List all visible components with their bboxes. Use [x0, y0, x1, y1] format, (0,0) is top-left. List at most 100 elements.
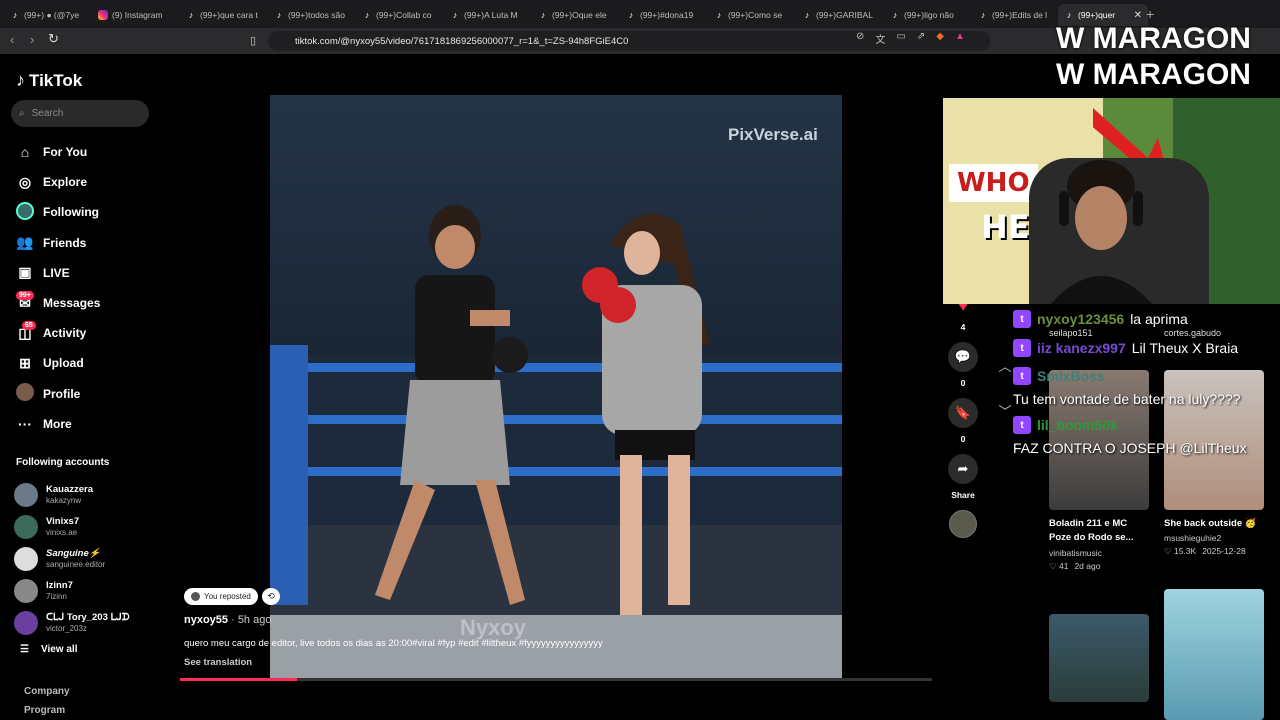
sidebar-item-explore[interactable]: ◎ Explore	[16, 167, 100, 197]
twitch-icon: t	[1013, 367, 1031, 385]
tiktok-favicon-icon: ♪	[452, 10, 458, 20]
avatar	[14, 515, 38, 539]
tiktok-favicon-icon: ♪	[628, 10, 634, 20]
share-page-icon[interactable]: ⇗	[917, 31, 925, 46]
avatar	[14, 547, 38, 571]
chat-message: t lil_boom50k	[1013, 416, 1118, 434]
music-disc-button[interactable]	[946, 510, 980, 538]
sidebar-item-for-you[interactable]: ⌂ For You	[16, 137, 100, 167]
footer-link-program[interactable]: Program	[24, 705, 65, 716]
back-icon[interactable]: ‹	[10, 32, 14, 47]
grid-video-card[interactable]	[1049, 614, 1149, 702]
browser-tab[interactable]: ♪ (99+) ● (@7ye	[4, 4, 90, 26]
see-translation-link[interactable]: See translation	[184, 657, 252, 668]
grid-thumbnail	[1049, 614, 1149, 702]
browser-tab[interactable]: ♪ (99+)Como se	[708, 4, 794, 26]
following-account[interactable]: ᑕᒪᒍ Tory_203 ᒪᒍᗪ victor_203z	[14, 607, 130, 639]
sidebar-item-following[interactable]: Following	[16, 197, 100, 227]
sidebar-item-profile[interactable]: Profile	[16, 379, 100, 409]
forward-icon[interactable]: ›	[30, 32, 34, 47]
twitch-icon: t	[1013, 310, 1031, 328]
like-count: ♡ 15.3K	[1164, 546, 1197, 557]
browser-tab[interactable]: ♪ (99+)que cara t	[180, 4, 266, 26]
view-all-button[interactable]: ☰ View all	[20, 644, 77, 655]
video-author[interactable]: nyxoy55 · 5h ago	[184, 614, 271, 626]
browser-tab[interactable]: ♪ (99+)Edits de l	[972, 4, 1058, 26]
like-count: ♡ 41	[1049, 560, 1069, 571]
rewards-icon[interactable]: ▲	[955, 31, 965, 46]
footer-link-company[interactable]: Company	[24, 686, 70, 697]
close-tab-icon[interactable]: ✕	[1134, 10, 1142, 21]
sidebar-item-live[interactable]: ▣ LIVE	[16, 258, 100, 288]
save-button[interactable]: 🔖 0	[946, 398, 980, 444]
browser-tab[interactable]: ♪ (99+)ligo não	[884, 4, 970, 26]
music-disc-avatar	[949, 510, 977, 538]
list-icon: ☰	[20, 644, 29, 655]
following-accounts-title: Following accounts	[16, 457, 110, 468]
browser-tab[interactable]: ♪ (99+)GARIBAL	[796, 4, 882, 26]
sidebar-item-activity[interactable]: ◫ 65 Activity	[16, 318, 100, 348]
sidebar-item-upload[interactable]: ⊞ Upload	[16, 348, 100, 378]
home-icon: ⌂	[20, 144, 30, 161]
undo-repost-icon[interactable]: ⟲	[262, 588, 280, 605]
avatar	[14, 611, 38, 635]
tiktok-favicon-icon: ♪	[540, 10, 546, 20]
following-account[interactable]: Vinixs7 vinixs.ae	[14, 511, 130, 543]
following-account[interactable]: lzinn7 7izinn	[14, 575, 130, 607]
tiktok-favicon-icon: ♪	[276, 10, 282, 20]
ring-rope	[270, 415, 842, 424]
browser-tab[interactable]: ♪ (99+)todos são	[268, 4, 354, 26]
grid-thumbnail	[1164, 589, 1264, 720]
ring-rope	[270, 467, 842, 476]
browser-tab[interactable]: (9) Instagram	[92, 4, 178, 26]
tiktok-logo[interactable]: ♪ TikTok	[16, 70, 82, 91]
new-tab-icon[interactable]: +	[1146, 6, 1154, 22]
share-button[interactable]: ➦ Share	[946, 454, 980, 500]
bookmark-icon[interactable]: ▯	[250, 34, 256, 47]
sidebar-item-friends[interactable]: 👥 Friends	[16, 228, 100, 258]
tiktok-note-icon: ♪	[16, 70, 25, 90]
streamer-person	[1050, 160, 1153, 304]
video-progress-bar[interactable]	[180, 678, 932, 681]
brave-shield-icon[interactable]: ◆	[936, 31, 944, 46]
tiktok-favicon-icon: ♪	[1066, 10, 1072, 20]
search-icon: ⌕	[19, 108, 25, 119]
following-account[interactable]: Kauazzera kakazynw	[14, 479, 130, 511]
translate-icon[interactable]: 文	[875, 31, 885, 46]
browser-tab[interactable]: ♪ (99+)#dona19	[620, 4, 706, 26]
live-icon: ▣	[18, 264, 32, 281]
chat-message: t SmlxBoss	[1013, 367, 1105, 385]
friends-icon: 👥	[16, 234, 34, 251]
screenshot-icon[interactable]: ▭	[896, 31, 905, 46]
grid-author-top-right[interactable]: cortes.gabudo	[1164, 328, 1221, 338]
browser-tab[interactable]: ♪ (99+)Oque ele	[532, 4, 618, 26]
grid-author-top-left[interactable]: seilapo151	[1049, 328, 1093, 338]
browser-tab[interactable]: ♪ (99+)Collab co	[356, 4, 442, 26]
webcam-text: WHO	[949, 164, 1038, 202]
twitch-icon: t	[1013, 416, 1031, 434]
comment-button[interactable]: 💬 0	[946, 342, 980, 388]
grid-video-card[interactable]	[1164, 589, 1264, 720]
search-input[interactable]: ⌕ Search	[11, 100, 149, 127]
messages-badge: 99+	[16, 290, 34, 300]
browser-tab[interactable]: ♪ (99+)A Luta M	[444, 4, 530, 26]
female-boxer	[582, 213, 710, 615]
pixverse-watermark: PixVerse.ai	[728, 125, 818, 144]
reposted-badge: You reposted	[184, 588, 258, 605]
video-player[interactable]: PixVerse.ai Nyxoy	[270, 95, 842, 680]
chat-message-text: Tu tem vontade de bater na luly????	[1013, 391, 1241, 407]
comment-icon: 💬	[948, 342, 978, 372]
reload-icon[interactable]: ↻	[48, 31, 59, 47]
tiktok-favicon-icon: ♪	[980, 10, 986, 20]
sidebar-item-more[interactable]: ··· More	[16, 409, 100, 439]
following-account[interactable]: Sanguine⚡ sanguinee.editor	[14, 543, 130, 575]
streamer-name: W MARAGON	[1056, 22, 1251, 55]
more-icon: ···	[18, 415, 32, 432]
tiktok-favicon-icon: ♪	[188, 10, 194, 20]
sidebar-item-messages[interactable]: ✉ 99+ Messages	[16, 288, 100, 318]
ring-corner-post	[270, 345, 308, 605]
streamer-name: W MARAGON	[1056, 58, 1251, 91]
avatar	[191, 592, 200, 601]
tiktok-favicon-icon: ♪	[892, 10, 898, 20]
eye-off-icon[interactable]: ⊘	[856, 31, 864, 46]
